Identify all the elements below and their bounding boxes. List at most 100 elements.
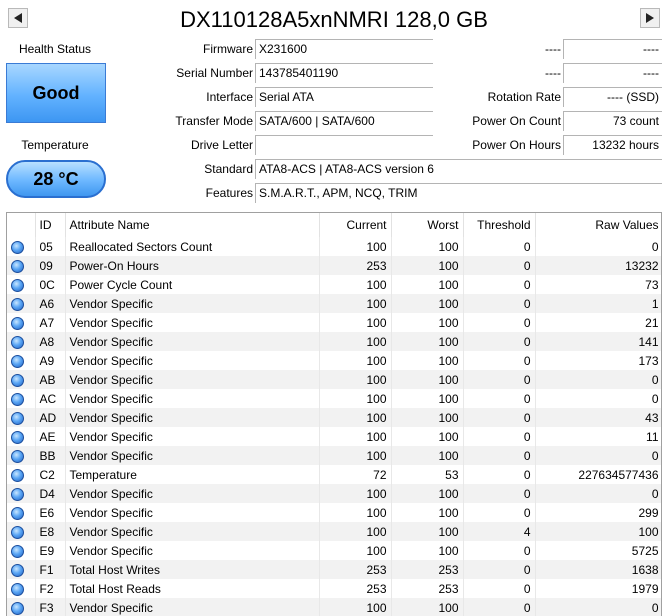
health-status-badge[interactable]: Good xyxy=(6,63,106,123)
attribute-id-cell: AC xyxy=(35,389,66,408)
rotation-rate-label: Rotation Rate xyxy=(487,90,561,104)
current-value-cell: 100 xyxy=(319,541,392,560)
current-value-cell: 253 xyxy=(319,560,392,579)
current-column-header[interactable]: Current xyxy=(319,213,392,237)
blue-status-dot-icon xyxy=(11,354,24,368)
attribute-id-cell: E6 xyxy=(35,503,66,522)
raw-value-cell: 173 xyxy=(535,351,661,370)
serial-number-value: 143785401190 xyxy=(255,63,433,83)
threshold-value-cell: 0 xyxy=(463,598,536,616)
table-row[interactable]: AE Vendor Specific 100 100 0 11 xyxy=(7,427,661,446)
smart-attribute-table[interactable]: ID Attribute Name Current Worst Threshol… xyxy=(6,212,662,616)
table-row[interactable]: E8 Vendor Specific 100 100 4 100 xyxy=(7,522,661,541)
attribute-id-cell: AE xyxy=(35,427,66,446)
table-row[interactable]: BB Vendor Specific 100 100 0 0 xyxy=(7,446,661,465)
attribute-id-cell: AB xyxy=(35,370,66,389)
table-row[interactable]: A9 Vendor Specific 100 100 0 173 xyxy=(7,351,661,370)
attribute-name-cell: Power-On Hours xyxy=(65,256,320,275)
table-row[interactable]: 0C Power Cycle Count 100 100 0 73 xyxy=(7,275,661,294)
current-value-cell: 100 xyxy=(319,370,392,389)
raw-value-cell: 0 xyxy=(535,446,661,465)
raw-value-cell: 11 xyxy=(535,427,661,446)
power-on-count-value: 73 count xyxy=(563,111,662,131)
status-cell xyxy=(7,332,36,351)
table-row[interactable]: AC Vendor Specific 100 100 0 0 xyxy=(7,389,661,408)
status-column-header[interactable] xyxy=(7,213,36,237)
raw-values-column-header[interactable]: Raw Values xyxy=(535,213,661,237)
threshold-value-cell: 0 xyxy=(463,408,536,427)
worst-value-cell: 100 xyxy=(391,370,464,389)
current-value-cell: 100 xyxy=(319,275,392,294)
current-value-cell: 100 xyxy=(319,332,392,351)
table-row[interactable]: A6 Vendor Specific 100 100 0 1 xyxy=(7,294,661,313)
table-header-row: ID Attribute Name Current Worst Threshol… xyxy=(7,213,661,237)
raw-value-cell: 0 xyxy=(535,237,661,256)
raw-value-cell: 141 xyxy=(535,332,661,351)
status-cell xyxy=(7,256,36,275)
raw-value-cell: 299 xyxy=(535,503,661,522)
blue-status-dot-icon xyxy=(11,335,24,349)
firmware-value: X231600 xyxy=(255,39,433,59)
worst-value-cell: 100 xyxy=(391,332,464,351)
table-row[interactable]: F3 Vendor Specific 100 100 0 0 xyxy=(7,598,661,616)
attribute-name-cell: Vendor Specific xyxy=(65,522,320,541)
raw-value-cell: 43 xyxy=(535,408,661,427)
table-row[interactable]: F2 Total Host Reads 253 253 0 1979 xyxy=(7,579,661,598)
power-on-hours-label: Power On Hours xyxy=(472,138,561,152)
blue-status-dot-icon xyxy=(11,563,24,577)
table-row[interactable]: A7 Vendor Specific 100 100 0 21 xyxy=(7,313,661,332)
attribute-name-cell: Vendor Specific xyxy=(65,484,320,503)
attribute-id-cell: F2 xyxy=(35,579,66,598)
current-value-cell: 100 xyxy=(319,484,392,503)
id-column-header[interactable]: ID xyxy=(35,213,66,237)
attribute-name-cell: Vendor Specific xyxy=(65,351,320,370)
table-row[interactable]: AB Vendor Specific 100 100 0 0 xyxy=(7,370,661,389)
blue-status-dot-icon xyxy=(11,468,24,482)
blue-status-dot-icon xyxy=(11,259,24,273)
firmware-label: Firmware xyxy=(203,42,253,56)
table-row[interactable]: E9 Vendor Specific 100 100 0 5725 xyxy=(7,541,661,560)
temperature-badge[interactable]: 28 °C xyxy=(6,160,106,198)
threshold-column-header[interactable]: Threshold xyxy=(463,213,536,237)
attribute-name-cell: Power Cycle Count xyxy=(65,275,320,294)
status-cell xyxy=(7,541,36,560)
worst-value-cell: 100 xyxy=(391,294,464,313)
table-row[interactable]: AD Vendor Specific 100 100 0 43 xyxy=(7,408,661,427)
worst-value-cell: 100 xyxy=(391,275,464,294)
blue-status-dot-icon xyxy=(11,297,24,311)
worst-column-header[interactable]: Worst xyxy=(391,213,464,237)
status-cell xyxy=(7,579,36,598)
table-row[interactable]: 05 Reallocated Sectors Count 100 100 0 0 xyxy=(7,237,661,256)
disk-title: DX110128A5xnNMRI 128,0 GB xyxy=(180,7,488,32)
table-row[interactable]: C2 Temperature 72 53 0 227634577436 xyxy=(7,465,661,484)
raw-value-cell: 1979 xyxy=(535,579,661,598)
status-cell xyxy=(7,598,36,616)
raw-value-cell: 0 xyxy=(535,370,661,389)
table-row[interactable]: F1 Total Host Writes 253 253 0 1638 xyxy=(7,560,661,579)
attribute-name-column-header[interactable]: Attribute Name xyxy=(65,213,320,237)
status-cell xyxy=(7,503,36,522)
triangle-right-icon xyxy=(646,13,654,23)
threshold-value-cell: 0 xyxy=(463,446,536,465)
reserved-field-2-value: ---- xyxy=(563,63,662,83)
attribute-id-cell: 09 xyxy=(35,256,66,275)
worst-value-cell: 100 xyxy=(391,503,464,522)
status-cell xyxy=(7,351,36,370)
table-row[interactable]: D4 Vendor Specific 100 100 0 0 xyxy=(7,484,661,503)
attribute-id-cell: 0C xyxy=(35,275,66,294)
current-value-cell: 100 xyxy=(319,237,392,256)
table-row[interactable]: A8 Vendor Specific 100 100 0 141 xyxy=(7,332,661,351)
threshold-value-cell: 0 xyxy=(463,351,536,370)
attribute-id-cell: F1 xyxy=(35,560,66,579)
standard-value: ATA8-ACS | ATA8-ACS version 6 xyxy=(255,159,662,179)
attribute-name-cell: Vendor Specific xyxy=(65,503,320,522)
table-row[interactable]: E6 Vendor Specific 100 100 0 299 xyxy=(7,503,661,522)
next-disk-button[interactable] xyxy=(640,8,660,28)
attribute-name-cell: Vendor Specific xyxy=(65,294,320,313)
table-row[interactable]: 09 Power-On Hours 253 100 0 13232 xyxy=(7,256,661,275)
current-value-cell: 100 xyxy=(319,294,392,313)
worst-value-cell: 100 xyxy=(391,522,464,541)
current-value-cell: 100 xyxy=(319,522,392,541)
threshold-value-cell: 0 xyxy=(463,370,536,389)
blue-status-dot-icon xyxy=(11,392,24,406)
